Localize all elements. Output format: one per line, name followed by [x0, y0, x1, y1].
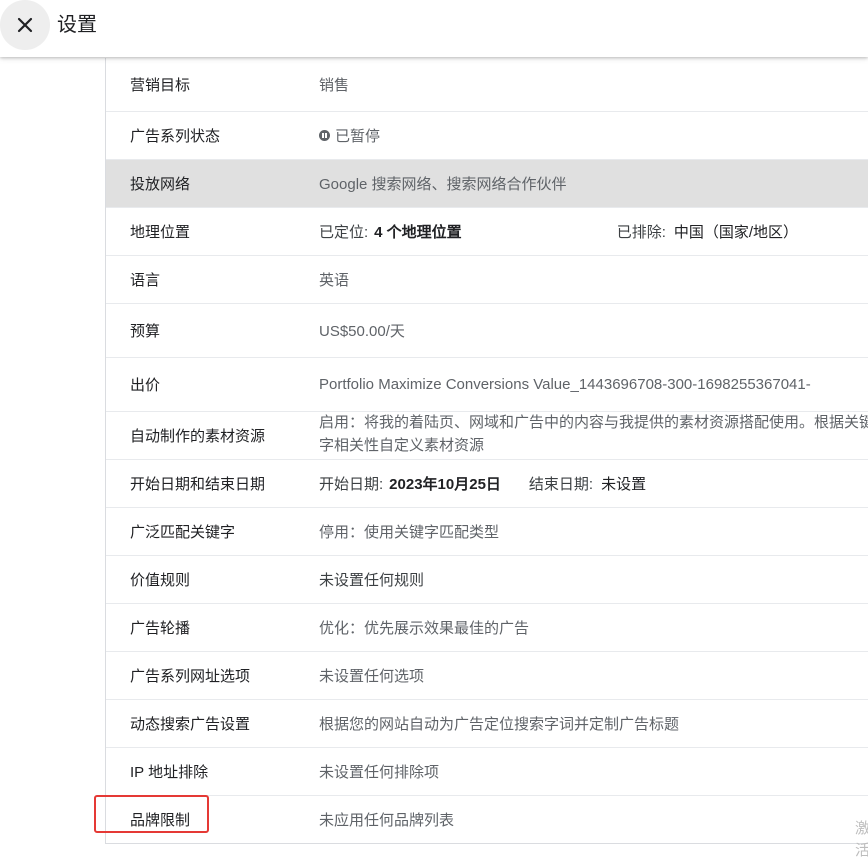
setting-label: 营销目标	[130, 77, 191, 94]
setting-row-networks[interactable]: 投放网络 Google 搜索网络、搜索网络合作伙伴	[106, 160, 868, 208]
close-icon	[17, 17, 33, 33]
setting-value-wrap: 已暂停	[319, 112, 868, 159]
setting-row-locations[interactable]: 地理位置 已定位: 4 个地理位置 已排除: 中国（国家/地区）	[106, 208, 868, 256]
setting-label: 投放网络	[130, 176, 191, 193]
setting-value: 根据您的网站自动为广告定位搜索字词并定制广告标题	[319, 716, 680, 733]
setting-label: 出价	[130, 377, 161, 394]
page-title: 设置	[57, 14, 97, 36]
targeted-value: 4 个地理位置	[374, 224, 462, 241]
setting-label: 广告系列状态	[130, 128, 221, 145]
targeted-label: 已定位:	[319, 224, 369, 241]
setting-value: 未应用任何品牌列表	[319, 812, 455, 829]
setting-row-url-options[interactable]: 广告系列网址选项 未设置任何选项	[106, 652, 868, 700]
setting-row-ad-rotation[interactable]: 广告轮播 优化：优先展示效果最佳的广告	[106, 604, 868, 652]
start-date-label: 开始日期:	[319, 476, 384, 493]
excluded-value: 中国（国家/地区）	[673, 224, 799, 241]
setting-value: 停用：使用关键字匹配类型	[319, 524, 500, 541]
setting-row-broad-match[interactable]: 广泛匹配关键字 停用：使用关键字匹配类型	[106, 508, 868, 556]
setting-row-auto-assets[interactable]: 自动制作的素材资源 启用：将我的着陆页、网域和广告中的内容与我提供的素材资源搭配…	[106, 412, 868, 460]
paused-icon	[319, 130, 330, 141]
setting-value-wrap: 开始日期: 2023年10月25日 结束日期: 未设置	[319, 460, 868, 507]
setting-value-wrap: 已定位: 4 个地理位置 已排除: 中国（国家/地区）	[319, 208, 868, 255]
setting-label: 广泛匹配关键字	[130, 524, 236, 541]
setting-value: 未设置任何选项	[319, 668, 425, 685]
setting-row-value-rules[interactable]: 价值规则 未设置任何规则	[106, 556, 868, 604]
settings-list: 营销目标 销售 广告系列状态 已暂停 投放网络 Google 搜索网络、搜索网络…	[105, 58, 868, 844]
watermark: 激活转	[855, 820, 868, 859]
start-date-value: 2023年10月25日	[389, 476, 501, 493]
setting-row-bidding[interactable]: 出价 Portfolio Maximize Conversions Value_…	[106, 358, 868, 412]
setting-row-ip-exclusions[interactable]: IP 地址排除 未设置任何排除项	[106, 748, 868, 796]
settings-header: 设置	[0, 0, 868, 57]
setting-value: 优化：优先展示效果最佳的广告	[319, 620, 530, 637]
setting-label: 地理位置	[130, 224, 191, 241]
setting-row-dates[interactable]: 开始日期和结束日期 开始日期: 2023年10月25日 结束日期: 未设置	[106, 460, 868, 508]
setting-label: 品牌限制	[130, 812, 191, 829]
setting-value: Google 搜索网络、搜索网络合作伙伴	[319, 176, 567, 193]
end-date-value: 未设置	[601, 476, 647, 493]
setting-value: 启用：将我的着陆页、网域和广告中的内容与我提供的素材资源搭配使用。根据关键字相关…	[319, 414, 868, 454]
setting-value: 销售	[319, 77, 350, 94]
end-date-label: 结束日期:	[528, 476, 594, 493]
setting-value: 未设置任何排除项	[319, 764, 440, 781]
setting-label: 语言	[130, 272, 161, 289]
setting-label: 开始日期和结束日期	[130, 476, 266, 493]
setting-value: 未设置任何规则	[319, 572, 425, 589]
setting-row-campaign-status[interactable]: 广告系列状态 已暂停	[106, 112, 868, 160]
setting-row-budget[interactable]: 预算 US$50.00/天	[106, 304, 868, 358]
setting-label: 广告系列网址选项	[130, 668, 251, 685]
setting-value: Portfolio Maximize Conversions Value_144…	[319, 376, 811, 393]
setting-label: 价值规则	[130, 572, 191, 589]
excluded-label: 已排除:	[616, 224, 666, 241]
setting-row-languages[interactable]: 语言 英语	[106, 256, 868, 304]
setting-row-marketing-goal[interactable]: 营销目标 销售	[106, 58, 868, 112]
setting-label: 广告轮播	[130, 620, 191, 637]
setting-value: 已暂停	[335, 128, 381, 145]
setting-label: IP 地址排除	[130, 764, 209, 781]
setting-row-brand-restrictions[interactable]: 品牌限制 未应用任何品牌列表	[106, 796, 868, 844]
setting-label: 预算	[130, 323, 161, 340]
setting-value: 英语	[319, 272, 350, 289]
setting-value: US$50.00/天	[319, 323, 405, 340]
setting-label: 自动制作的素材资源	[130, 428, 266, 445]
setting-label: 动态搜索广告设置	[130, 716, 251, 733]
close-button[interactable]	[0, 0, 50, 50]
settings-page: 设置 营销目标 销售 广告系列状态 已暂停 投放网络 Google 搜索网络、搜…	[0, 0, 868, 861]
setting-row-dsa-settings[interactable]: 动态搜索广告设置 根据您的网站自动为广告定位搜索字词并定制广告标题	[106, 700, 868, 748]
